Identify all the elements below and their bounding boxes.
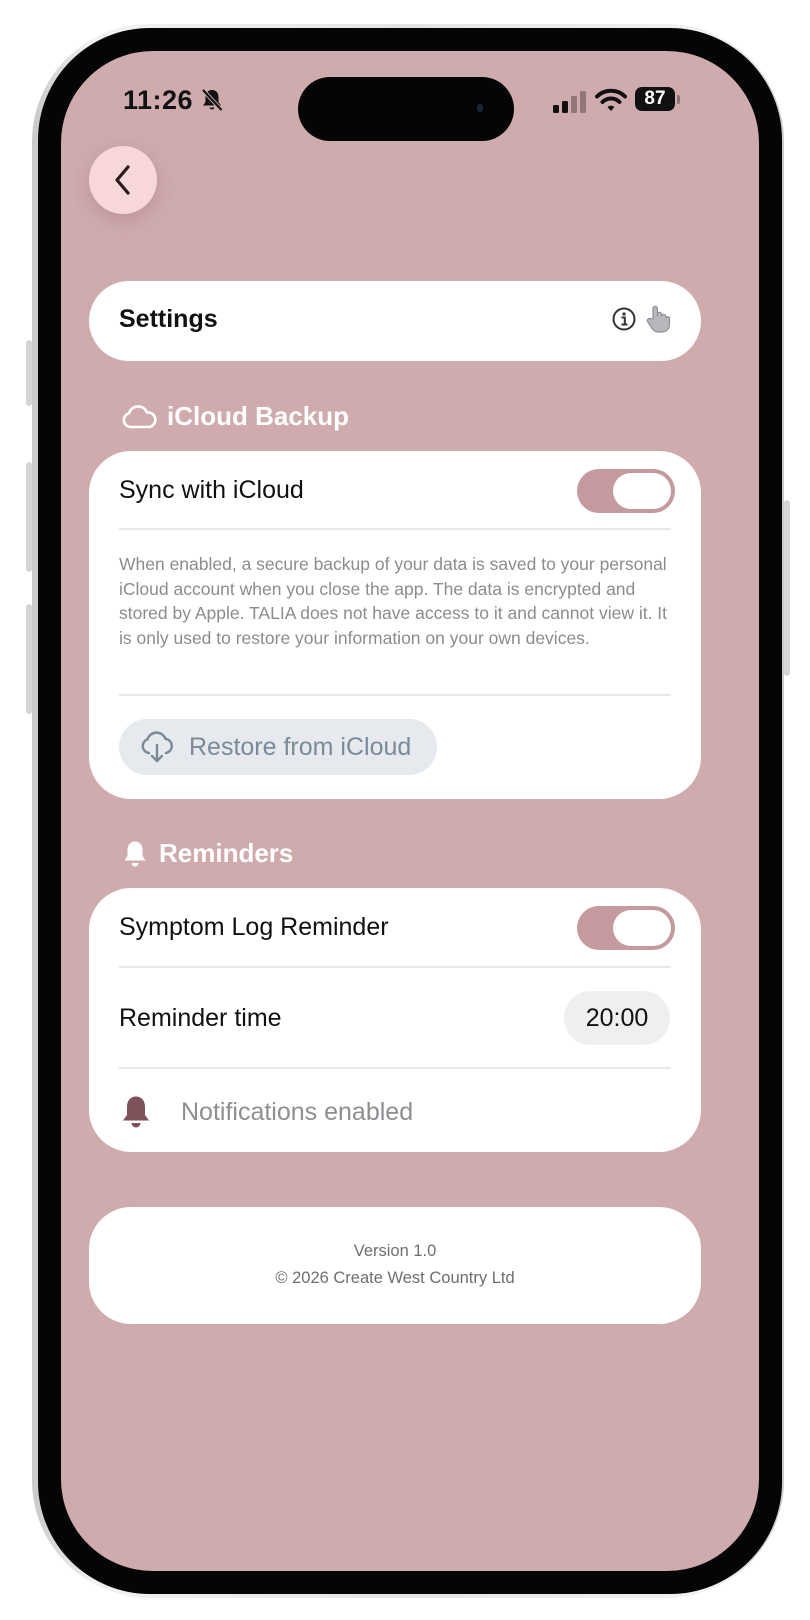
sync-label: Sync with iCloud [119,476,304,504]
cellular-signal-icon [553,91,586,113]
power-button [784,500,790,676]
reminder-time-picker[interactable]: 20:00 [564,991,670,1045]
sync-toggle[interactable] [577,469,675,513]
status-time: 11:26 [123,85,194,115]
app-info-card: Version 1.0 © 2026 Create West Country L… [89,1207,701,1324]
battery-cap [677,95,680,104]
toggle-knob [613,910,671,946]
dynamic-island [298,77,514,141]
cloud-download-icon [141,731,173,763]
wifi-icon [595,88,627,111]
icloud-section-title: iCloud Backup [167,401,350,431]
restore-label: Restore from iCloud [189,732,412,761]
icloud-section-header: iCloud Backup [121,401,349,432]
divider [119,694,671,696]
reminders-section-title: Reminders [159,838,294,868]
reminders-section-header: Reminders [121,838,293,869]
icloud-card: Sync with iCloud When enabled, a secure … [89,451,701,799]
copyright-text: © 2026 Create West Country Ltd [275,1269,515,1287]
hand-pointer-icon[interactable] [644,304,672,334]
action-button [26,340,32,406]
cloud-icon [122,404,157,428]
reminder-time-label: Reminder time [119,1004,282,1032]
divider [119,528,671,530]
notifications-status: Notifications enabled [181,1098,414,1126]
divider [119,1067,671,1069]
battery-indicator: 87 [635,87,675,111]
chevron-left-icon [115,165,130,195]
divider [119,966,671,968]
reminders-card: Symptom Log Reminder Reminder time 20:00… [89,888,701,1152]
camera-indicator [477,104,483,112]
symptom-reminder-label: Symptom Log Reminder [119,913,389,941]
restore-from-icloud-button[interactable]: Restore from iCloud [119,719,437,775]
bell-slash-icon [201,88,223,112]
back-button[interactable] [89,146,157,214]
app-screen: 11:26 87 Settings iCloud Backup Sync wit… [61,51,759,1571]
version-text: Version 1.0 [353,1242,437,1260]
volume-up-button [26,462,32,572]
volume-down-button [26,604,32,714]
info-icon[interactable] [611,306,637,332]
bell-icon [123,1096,149,1128]
settings-title-card: Settings [89,281,701,361]
bell-icon [124,841,146,866]
backup-description: When enabled, a secure backup of your da… [119,554,668,648]
page-title: Settings [119,305,218,333]
toggle-knob [613,473,671,509]
symptom-reminder-toggle[interactable] [577,906,675,950]
